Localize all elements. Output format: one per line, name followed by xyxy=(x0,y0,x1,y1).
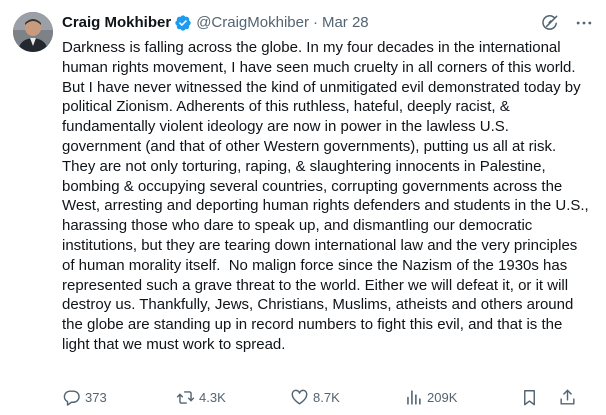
bookmark-button[interactable] xyxy=(520,388,543,407)
tweet-card[interactable]: Craig Mokhiber @CraigMokhiber · Mar 28 D… xyxy=(0,0,606,415)
more-icon[interactable] xyxy=(574,13,594,33)
tweet-date[interactable]: Mar 28 xyxy=(322,13,369,33)
grok-icon[interactable] xyxy=(540,13,560,33)
views-button[interactable]: 209K xyxy=(404,388,457,407)
reply-button[interactable]: 373 xyxy=(62,388,107,407)
like-count: 8.7K xyxy=(313,389,340,405)
repost-icon xyxy=(176,388,195,407)
repost-button[interactable]: 4.3K xyxy=(176,388,226,407)
header-actions xyxy=(540,12,594,34)
views-count: 209K xyxy=(427,389,458,405)
views-icon xyxy=(404,388,423,407)
author-name[interactable]: Craig Mokhiber xyxy=(62,13,171,33)
tweet-header: Craig Mokhiber @CraigMokhiber · Mar 28 xyxy=(62,12,594,34)
like-icon xyxy=(290,388,309,407)
author-handle[interactable]: @CraigMokhiber xyxy=(196,13,309,33)
tweet-actions: 373 4.3K 8.7K 209K xyxy=(62,386,586,408)
share-icon xyxy=(558,388,577,407)
reply-count: 373 xyxy=(85,389,107,405)
separator-dot: · xyxy=(312,14,318,31)
repost-count: 4.3K xyxy=(199,389,226,405)
avatar[interactable] xyxy=(13,12,53,52)
share-button[interactable] xyxy=(558,388,581,407)
verified-badge-icon xyxy=(174,14,192,32)
reply-icon xyxy=(62,388,81,407)
tweet-text: Darkness is falling across the globe. In… xyxy=(62,39,598,353)
bookmark-icon xyxy=(520,388,539,407)
like-button[interactable]: 8.7K xyxy=(290,388,340,407)
